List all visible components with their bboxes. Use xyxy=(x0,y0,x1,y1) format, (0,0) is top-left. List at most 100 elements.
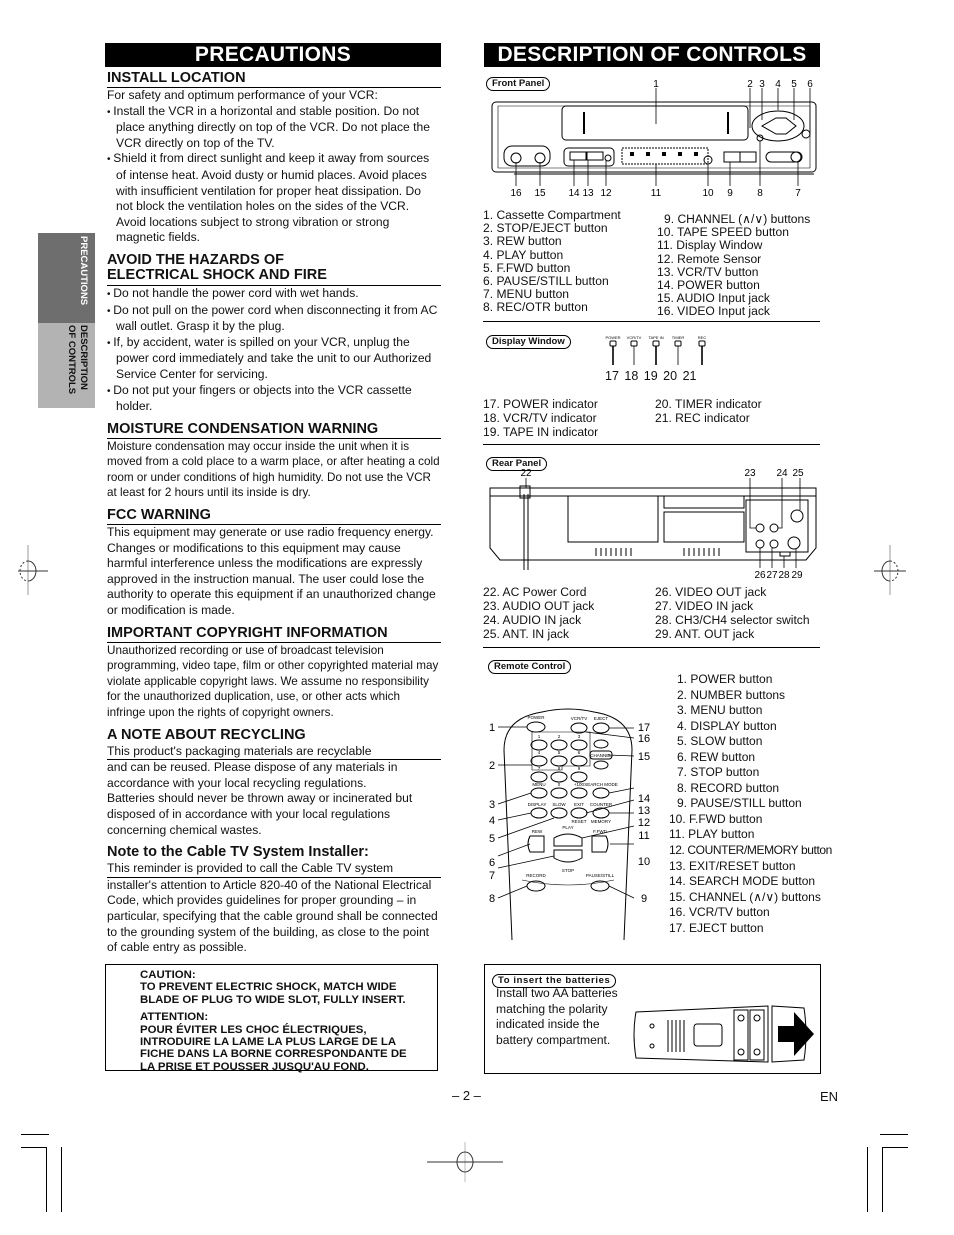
hazards-section: AVOID THE HAZARDS OF ELECTRICAL SHOCK AN… xyxy=(107,252,441,415)
front-callout: 8 xyxy=(757,188,763,199)
fcc-section: FCC WARNING This equipment may generate … xyxy=(107,508,441,619)
controls-title-banner: DESCRIPTION OF CONTROLS xyxy=(484,43,820,67)
remote-item: 5. SLOW button xyxy=(677,734,763,749)
rear-item: 27. VIDEO IN jack xyxy=(655,599,754,613)
remote-item: 2. NUMBER buttons xyxy=(677,687,786,702)
front-callout: 1 xyxy=(653,79,659,90)
remote-item: 4. DISPLAY button xyxy=(677,718,777,733)
display-window-list-left: 17. POWER indicator 18. VCR/TV indicator… xyxy=(483,397,598,439)
install-bullet: Install the VCR in a horizontal and stab… xyxy=(107,104,441,152)
crop-mark xyxy=(880,1134,908,1135)
rear-item: 23. AUDIO OUT jack xyxy=(483,599,595,613)
remote-button-label: RESET xyxy=(571,819,586,824)
rear-panel-list-left: 22. AC Power Cord 23. AUDIO OUT jack 24.… xyxy=(483,585,594,641)
side-tab-inactive[interactable]: DESCRIPTION OF CONTROLS xyxy=(38,323,95,408)
front-callout: 9 xyxy=(727,188,733,199)
front-item: 4. PLAY button xyxy=(483,247,564,262)
remote-callout: 5 xyxy=(489,833,495,845)
display-callout: 17 xyxy=(605,369,619,383)
rear-callout: 22 xyxy=(520,468,532,479)
divider xyxy=(483,321,820,322)
precautions-title-banner: PRECAUTIONS xyxy=(105,43,441,67)
remote-callout: 9 xyxy=(641,893,647,905)
divider xyxy=(483,444,820,445)
remote-callout: 15 xyxy=(638,751,650,763)
remote-item: 17. EJECT button xyxy=(669,920,764,935)
remote-control-list: 1. POWER button 2. NUMBER buttons 3. MEN… xyxy=(669,672,832,936)
display-window-pill: Display Window xyxy=(486,335,571,349)
hazards-heading: AVOID THE HAZARDS OF ELECTRICAL SHOCK AN… xyxy=(107,252,441,286)
remote-callout: 10 xyxy=(638,856,650,868)
remote-item: 1. POWER button xyxy=(677,672,773,686)
remote-item: 13. EXIT/RESET button xyxy=(669,858,796,873)
remote-callout: 8 xyxy=(489,893,495,905)
remote-button-label: F.FWD xyxy=(593,829,607,834)
display-callout: 20 xyxy=(663,369,678,383)
front-callout: 12 xyxy=(600,188,612,199)
display-window-label: Display Window xyxy=(486,331,571,349)
display-item: 19. TAPE IN indicator xyxy=(483,425,599,439)
crop-mark xyxy=(882,1147,908,1148)
side-tab-active[interactable]: PRECAUTIONS xyxy=(38,233,95,323)
remote-item: 3. MENU button xyxy=(677,703,763,718)
remote-button-label: VCR/TV xyxy=(571,716,588,721)
rear-item: 29. ANT. OUT jack xyxy=(655,627,755,641)
attention-line: INTRODUIRE LA LAME LA PLUS LARGE DE LA xyxy=(140,1036,397,1049)
display-callout: 21 xyxy=(682,369,697,383)
batteries-instructions: Install two AA batteries matching the po… xyxy=(496,986,618,1047)
recycling-heading: A NOTE ABOUT RECYCLING xyxy=(107,726,306,743)
install-bullet: Shield it from direct sunlight and keep … xyxy=(107,151,441,246)
crop-mark xyxy=(882,1147,883,1212)
remote-callout: 13 xyxy=(638,805,650,817)
remote-digit: 3 xyxy=(578,734,581,739)
indicator-label: TAPE IN xyxy=(648,335,663,340)
remote-digit: 5 xyxy=(558,750,561,755)
cable-installer-first-line: This reminder is provided to call the Ca… xyxy=(107,861,441,878)
crop-mark xyxy=(61,1147,62,1212)
front-callout: 13 xyxy=(582,188,594,199)
rear-item: 28. CH3/CH4 selector switch xyxy=(655,613,810,627)
rear-callout: 24 xyxy=(776,468,788,479)
indicator-label: POWER xyxy=(605,335,620,340)
crop-mark xyxy=(21,1147,47,1148)
remote-button-label: RECORD xyxy=(526,873,546,878)
front-panel-list-left: 1. Cassette Compartment 2. STOP/EJECT bu… xyxy=(483,208,621,315)
remote-digit: 2 xyxy=(558,734,561,739)
display-item: 20. TIMER indicator xyxy=(655,397,762,411)
remote-item: 15. CHANNEL (∧/∨) buttons xyxy=(669,889,821,904)
front-callout: 3 xyxy=(759,79,765,90)
rear-panel-list-right: 26. VIDEO OUT jack 27. VIDEO IN jack 28.… xyxy=(655,585,810,641)
remote-control-pill: Remote Control xyxy=(488,660,572,674)
hazard-bullet: Do not pull on the power cord when disco… xyxy=(107,303,441,335)
remote-item: 12. COUNTER/MEMORY button xyxy=(669,843,832,858)
cable-installer-heading: Note to the Cable TV System Installer: xyxy=(107,844,369,861)
remote-button-label: COUNTER xyxy=(590,802,613,807)
remote-button-label: PAUSE/STILL xyxy=(586,873,615,878)
caution-box: CAUTION: TO PREVENT ELECTRIC SHOCK, MATC… xyxy=(105,964,438,1073)
rear-item: 24. AUDIO IN jack xyxy=(483,613,582,627)
registration-mark-left xyxy=(18,545,48,595)
remote-button-label: EXIT xyxy=(574,802,584,807)
side-tab-precautions-label: PRECAUTIONS xyxy=(78,236,89,306)
copyright-section: IMPORTANT COPYRIGHT INFORMATION Unauthor… xyxy=(107,625,441,721)
copyright-body: Unauthorized recording or use of broadca… xyxy=(107,643,439,719)
front-callout: 6 xyxy=(807,79,813,90)
front-callout: 4 xyxy=(775,79,781,90)
registration-mark-bottom xyxy=(427,1142,503,1182)
front-panel-list-right: 9. CHANNEL (∧/∨) buttons 10. TAPE SPEED … xyxy=(657,212,810,319)
remote-button-label: MENU xyxy=(532,782,545,787)
attention-title: ATTENTION: xyxy=(140,1011,209,1024)
crop-mark xyxy=(867,1147,868,1212)
crop-mark xyxy=(21,1134,49,1135)
indicator-label: TIMER xyxy=(672,335,685,340)
display-window-list-right: 20. TIMER indicator 21. REC indicator xyxy=(655,397,762,425)
hazard-bullet: Do not put your fingers or objects into … xyxy=(107,383,441,415)
remote-item: 16. VCR/TV button xyxy=(669,905,770,920)
remote-digit: 4 xyxy=(538,750,541,755)
front-panel-diagram: 1 2 3 4 5 6 16 15 14 13 12 11 10 9 8 7 xyxy=(491,79,817,199)
precautions-column: INSTALL LOCATION For safety and optimum … xyxy=(107,71,441,956)
remote-button-label: EJECT xyxy=(594,716,609,721)
install-location-section: INSTALL LOCATION For safety and optimum … xyxy=(107,71,441,246)
front-callout: 15 xyxy=(534,188,546,199)
front-callout: 16 xyxy=(510,188,522,199)
